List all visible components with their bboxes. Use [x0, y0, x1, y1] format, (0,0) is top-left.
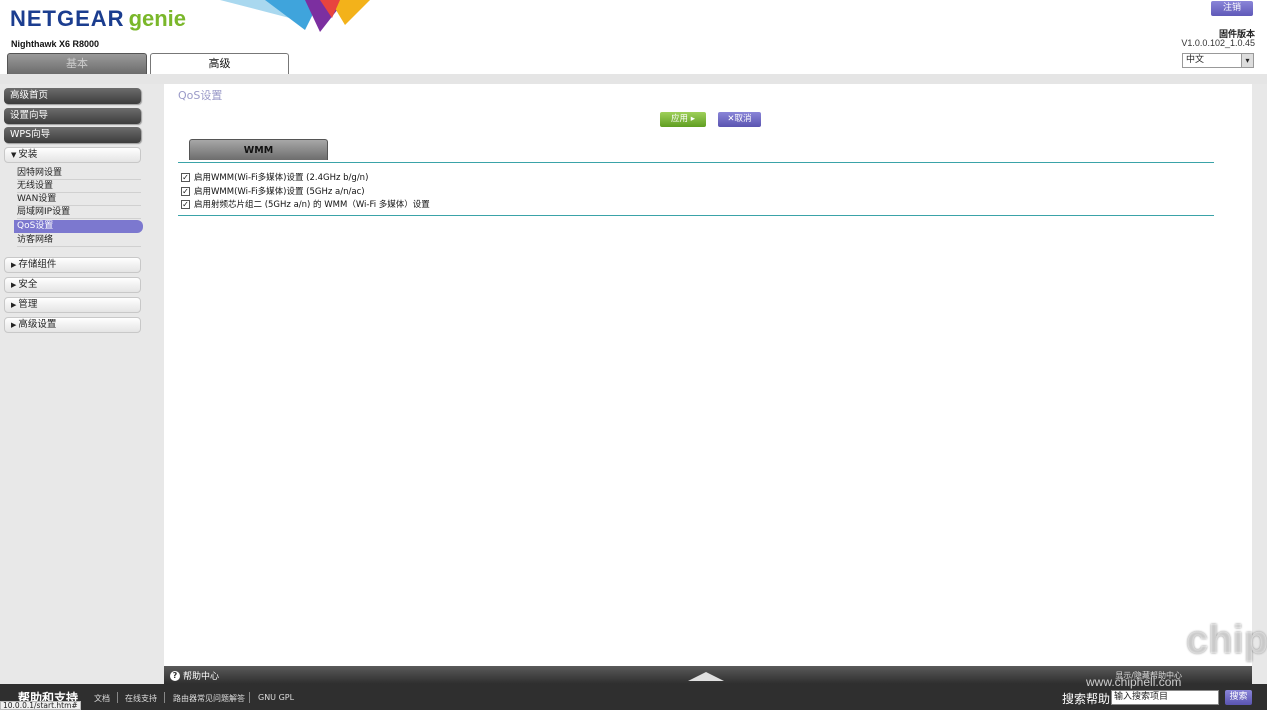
sidebar-item-label: 安装: [18, 149, 38, 160]
wmm-24ghz-checkbox[interactable]: ✓: [181, 172, 190, 182]
sidebar-item-management[interactable]: ▶ 管理: [4, 297, 141, 313]
help-icon: ?: [170, 670, 180, 681]
help-center-toggle[interactable]: ? 帮助中心: [170, 669, 219, 682]
language-select[interactable]: 中文 ▾: [1182, 53, 1254, 68]
option-row: ✓ 启用射频芯片组二 (5GHz a/n) 的 WMM（Wi-Fi 多媒体）设置: [181, 198, 430, 210]
sidebar-item-advanced-settings[interactable]: ▶ 高级设置: [4, 317, 141, 333]
close-icon: ✕: [727, 114, 735, 124]
sidebar-item-lan-ip-setup[interactable]: 局域网IP设置: [17, 206, 141, 219]
search-button[interactable]: 搜索: [1225, 690, 1252, 705]
option-label: 启用WMM(Wi-Fi多媒体)设置 (5GHz a/n/ac): [194, 187, 365, 197]
firmware-version: V1.0.0.102_1.0.45: [1181, 38, 1255, 48]
tab-advanced[interactable]: 高级: [150, 53, 289, 74]
sidebar-item-wan-setup[interactable]: WAN设置: [17, 193, 141, 206]
apply-button[interactable]: 应用 ▸: [660, 112, 706, 127]
logo-decoration-icon: [220, 0, 370, 32]
sidebar-item-wireless-setup[interactable]: 无线设置: [17, 180, 141, 193]
cancel-label: 取消: [734, 114, 752, 124]
sidebar-item-qos-setup[interactable]: QoS设置: [14, 220, 143, 233]
tab-wmm[interactable]: WMM: [189, 139, 328, 160]
status-url: 10.0.0.1/start.htm#: [0, 701, 81, 710]
footer: 帮助和支持 文档 在线支持 路由器常见问题解答 GNU GPL 搜索帮助 输入搜…: [0, 684, 1267, 710]
wmm-radio2-checkbox[interactable]: ✓: [181, 199, 190, 209]
sidebar-item-setup-wizard[interactable]: 设置向导: [4, 108, 141, 124]
footer-separator: [117, 692, 118, 703]
right-rail: [1252, 84, 1267, 684]
wmm-5ghz-checkbox[interactable]: ✓: [181, 186, 190, 196]
option-row: ✓ 启用WMM(Wi-Fi多媒体)设置 (2.4GHz b/g/n): [181, 171, 368, 183]
triangle-right-icon: ▶: [11, 261, 17, 269]
footer-separator: [164, 692, 165, 703]
option-label: 启用WMM(Wi-Fi多媒体)设置 (2.4GHz b/g/n): [194, 173, 369, 183]
language-value: 中文: [1186, 55, 1205, 65]
expand-up-icon[interactable]: [688, 672, 724, 681]
search-input[interactable]: 输入搜索项目: [1111, 690, 1219, 705]
sidebar-item-security[interactable]: ▶ 安全: [4, 277, 141, 293]
chevron-down-icon: ▾: [1241, 54, 1253, 67]
logout-button[interactable]: 注销: [1211, 1, 1253, 16]
sidebar-item-wps-wizard[interactable]: WPS向导: [4, 127, 141, 143]
footer-separator: [249, 692, 250, 703]
watermark-text: www.chiphell.com: [1086, 675, 1182, 689]
netgear-genie-logo: NETGEAR genie: [10, 6, 186, 32]
triangle-right-icon: ▶: [11, 301, 17, 309]
footer-link-docs[interactable]: 文档: [94, 693, 110, 704]
sidebar-item-guest-network[interactable]: 访客网络: [17, 234, 141, 247]
sidebar-item-internet-setup[interactable]: 因特网设置: [17, 167, 141, 180]
sidebar-item-setup[interactable]: ▼ 安装: [4, 147, 141, 163]
sidebar-item-label: 管理: [18, 299, 38, 310]
search-label: 搜索帮助: [1062, 692, 1111, 706]
watermark-logo: chip: [1186, 618, 1267, 662]
footer-link-faq[interactable]: 路由器常见问题解答: [173, 693, 245, 704]
option-label: 启用射频芯片组二 (5GHz a/n) 的 WMM（Wi-Fi 多媒体）设置: [194, 200, 430, 210]
header: NETGEAR genie Nighthawk X6 R8000 注销 固件版本…: [0, 0, 1267, 74]
footer-link-online-support[interactable]: 在线支持: [125, 693, 157, 704]
sidebar-item-storage[interactable]: ▶ 存储组件: [4, 257, 141, 273]
model-name: Nighthawk X6 R8000: [11, 39, 100, 49]
main-panel: QoS设置 应用 ▸ ✕取消 WMM ✓ 启用WMM(Wi-Fi多媒体)设置 (…: [164, 84, 1252, 666]
sidebar-item-label: 存储组件: [18, 259, 57, 270]
divider: [178, 162, 1214, 163]
sidebar-item-label: 高级设置: [18, 319, 57, 330]
help-center-label: 帮助中心: [183, 672, 220, 682]
tab-basic[interactable]: 基本: [7, 53, 147, 74]
brand-netgear: NETGEAR: [10, 6, 125, 31]
page-title: QoS设置: [178, 89, 223, 102]
triangle-right-icon: ▶: [11, 321, 17, 329]
sidebar-item-advanced-home[interactable]: 高级首页: [4, 88, 141, 104]
option-row: ✓ 启用WMM(Wi-Fi多媒体)设置 (5GHz a/n/ac): [181, 185, 365, 197]
footer-link-gpl[interactable]: GNU GPL: [258, 693, 294, 702]
cancel-button[interactable]: ✕取消: [718, 112, 761, 127]
triangle-right-icon: ▶: [11, 281, 17, 289]
brand-genie: genie: [128, 6, 187, 31]
sidebar: 高级首页 设置向导 WPS向导 ▼ 安装 因特网设置 无线设置 WAN设置 局域网…: [0, 84, 164, 684]
divider: [178, 215, 1214, 216]
header-divider: [0, 74, 1267, 84]
sidebar-item-label: 安全: [18, 279, 38, 290]
triangle-down-icon: ▼: [11, 151, 17, 159]
